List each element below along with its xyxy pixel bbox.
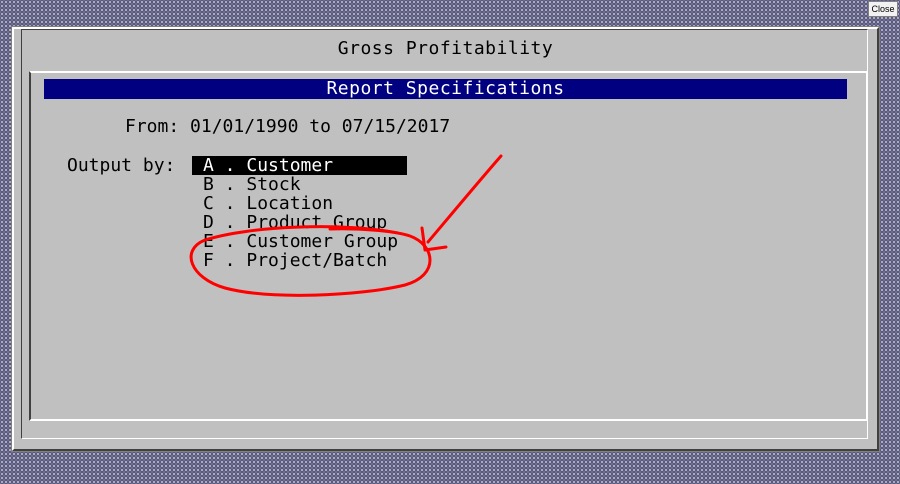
option-customer-group[interactable]: E . Customer Group — [192, 232, 407, 251]
option-key: C — [203, 193, 214, 214]
option-key: A — [203, 155, 214, 176]
from-label: From: — [125, 116, 180, 137]
close-button[interactable]: Close — [868, 1, 898, 17]
option-label: Customer — [246, 155, 334, 176]
option-key: E — [203, 231, 214, 252]
to-label: to — [309, 116, 331, 137]
option-label: Customer Group — [246, 231, 399, 252]
date-range: From: 01/01/1990 to 07/15/2017 — [125, 116, 450, 137]
option-project-batch[interactable]: F . Project/Batch — [192, 251, 407, 270]
section-header: Report Specifications — [44, 79, 847, 99]
option-product-group[interactable]: D . Product Group — [192, 213, 407, 232]
option-key: B — [203, 174, 214, 195]
date-to-field[interactable]: 07/15/2017 — [342, 116, 450, 137]
window-title: Gross Profitability — [337, 38, 554, 59]
option-location[interactable]: C . Location — [192, 194, 407, 213]
option-label: Project/Batch — [246, 250, 388, 271]
option-key: F — [203, 250, 214, 271]
report-window: Gross Profitability Report Specification… — [12, 27, 879, 451]
option-key: D — [203, 212, 214, 233]
date-from-field[interactable]: 01/01/1990 — [190, 116, 298, 137]
option-label: Product Group — [246, 212, 388, 233]
output-by-label: Output by: — [67, 155, 176, 176]
option-customer[interactable]: A . Customer — [192, 156, 407, 175]
option-label: Stock — [246, 174, 301, 195]
option-stock[interactable]: B . Stock — [192, 175, 407, 194]
option-label: Location — [246, 193, 334, 214]
